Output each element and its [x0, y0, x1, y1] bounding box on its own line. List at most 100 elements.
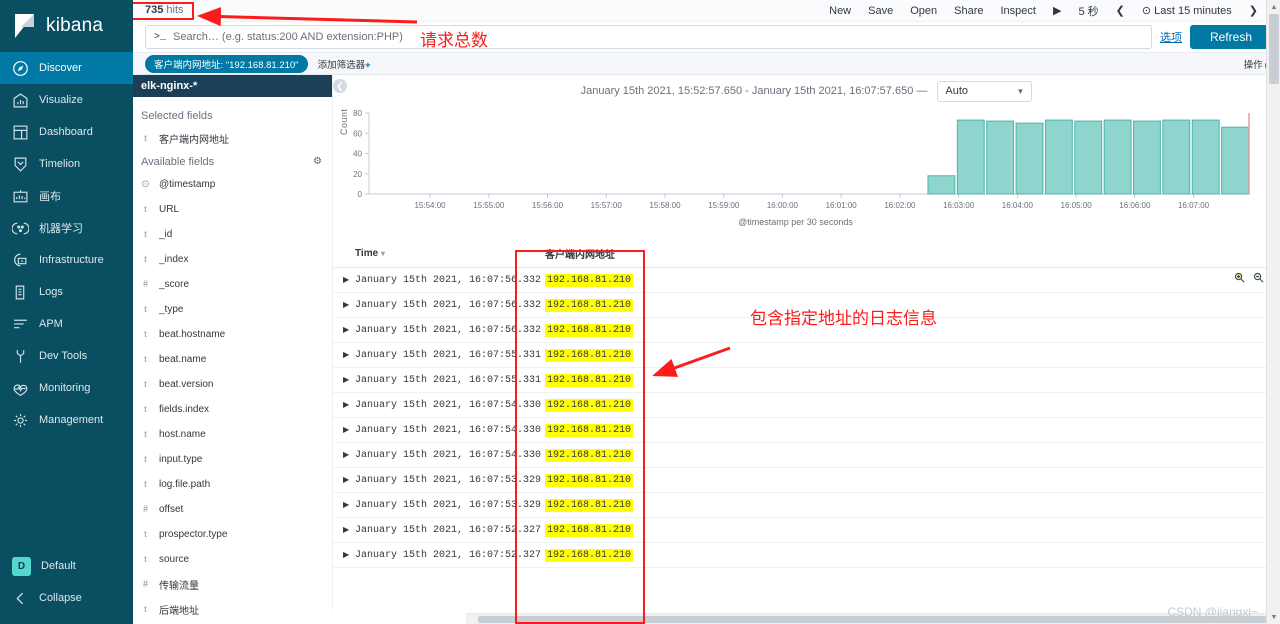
- chevron-down-icon: ▼: [1016, 87, 1024, 96]
- expand-row-icon[interactable]: ▶: [333, 343, 355, 368]
- kibana-logo-icon: [12, 13, 38, 39]
- sidebar-item-visualize[interactable]: Visualize: [0, 84, 133, 116]
- field-item-source[interactable]: t source: [133, 547, 332, 572]
- options-link[interactable]: 选项: [1160, 29, 1182, 45]
- field-list-panel: elk-nginx-* Selected fields t 客户端内网地址 Av…: [133, 75, 333, 610]
- vertical-scrollbar[interactable]: ▲ ▼: [1266, 0, 1280, 624]
- scroll-up-icon[interactable]: ▲: [1267, 0, 1280, 14]
- field-item-index[interactable]: t _index: [133, 247, 332, 272]
- field-item-host-name[interactable]: t host.name: [133, 422, 332, 447]
- chevron-right-icon[interactable]: ❯: [1249, 4, 1258, 17]
- sidebar-item-canvas[interactable]: 画布: [0, 180, 133, 212]
- field-item-score[interactable]: # _score: [133, 272, 332, 297]
- expand-row-icon[interactable]: ▶: [333, 393, 355, 418]
- save-button[interactable]: Save: [868, 5, 893, 17]
- expand-row-icon[interactable]: ▶: [333, 543, 355, 568]
- field-item-offset[interactable]: # offset: [133, 497, 332, 522]
- sidebar-item-monitoring[interactable]: Monitoring: [0, 372, 133, 404]
- sidebar-item-label: Management: [39, 414, 103, 426]
- table-row[interactable]: ▶January 15th 2021, 16:07:52.327192.168.…: [333, 518, 1280, 543]
- filter-pill-client-ip[interactable]: 客户端内网地址: "192.168.81.210": [145, 55, 308, 73]
- table-row[interactable]: ▶January 15th 2021, 16:07:53.329192.168.…: [333, 493, 1280, 518]
- field-item-beat-hostname[interactable]: t beat.hostname: [133, 322, 332, 347]
- plus-icon: +: [365, 60, 371, 71]
- field-item-type[interactable]: t _type: [133, 297, 332, 322]
- vertical-scrollbar-thumb[interactable]: [1269, 14, 1279, 84]
- table-row[interactable]: ▶January 15th 2021, 16:07:54.330192.168.…: [333, 393, 1280, 418]
- expand-row-icon[interactable]: ▶: [333, 443, 355, 468]
- time-column-header[interactable]: Time ▾: [355, 240, 545, 268]
- field-type-icon: t: [141, 204, 150, 215]
- field-item-log-file-path[interactable]: t log.file.path: [133, 472, 332, 497]
- interval-select[interactable]: Auto ▼: [937, 81, 1032, 102]
- magnify-plus-icon[interactable]: [1234, 270, 1245, 281]
- table-row[interactable]: ▶January 15th 2021, 16:07:54.330192.168.…: [333, 443, 1280, 468]
- sidebar-item-management[interactable]: Management: [0, 404, 133, 436]
- expand-row-icon[interactable]: ▶: [333, 368, 355, 393]
- field-item-traffic[interactable]: # 传输流量: [133, 572, 332, 597]
- field-item-fields-index[interactable]: t fields.index: [133, 397, 332, 422]
- refresh-button[interactable]: Refresh: [1190, 25, 1272, 49]
- sidebar-item-dev-tools[interactable]: Dev Tools: [0, 340, 133, 372]
- expand-row-icon[interactable]: ▶: [333, 493, 355, 518]
- search-input[interactable]: >_ Search… (e.g. status:200 AND extensio…: [145, 25, 1152, 49]
- timelion-icon: [12, 156, 29, 173]
- open-button[interactable]: Open: [910, 5, 937, 17]
- client-ip-column-header[interactable]: 客户端内网地址: [545, 240, 705, 268]
- new-button[interactable]: New: [829, 5, 851, 17]
- inspect-button[interactable]: Inspect: [1001, 5, 1036, 17]
- field-item-timestamp[interactable]: ⊙ @timestamp: [133, 172, 332, 197]
- sidebar-item-infrastructure[interactable]: Infrastructure: [0, 244, 133, 276]
- play-icon[interactable]: ▶: [1053, 4, 1061, 17]
- scroll-down-icon[interactable]: ▼: [1267, 610, 1280, 624]
- field-item-beat-version[interactable]: t beat.version: [133, 372, 332, 397]
- table-row[interactable]: ▶January 15th 2021, 16:07:53.329192.168.…: [333, 468, 1280, 493]
- field-item-url[interactable]: t URL: [133, 197, 332, 222]
- sidebar-item-dashboard[interactable]: Dashboard: [0, 116, 133, 148]
- sidebar-collapse-button[interactable]: Collapse: [0, 582, 133, 614]
- table-row[interactable]: ▶January 15th 2021, 16:07:56.332192.168.…: [333, 293, 1280, 318]
- kibana-logo[interactable]: kibana: [0, 0, 133, 52]
- add-filter-button[interactable]: 添加筛选器+: [318, 57, 371, 71]
- gear-icon[interactable]: ⚙: [313, 156, 322, 167]
- chevron-left-icon[interactable]: ❮: [1116, 4, 1125, 17]
- share-button[interactable]: Share: [954, 5, 983, 17]
- table-row[interactable]: ▶January 15th 2021, 16:07:56.332192.168.…: [333, 268, 1280, 293]
- time-picker-button[interactable]: ⊙ Last 15 minutes: [1142, 4, 1232, 17]
- table-row[interactable]: ▶January 15th 2021, 16:07:55.331192.168.…: [333, 343, 1280, 368]
- expand-row-icon[interactable]: ▶: [333, 318, 355, 343]
- field-item-prospector-type[interactable]: t prospector.type: [133, 522, 332, 547]
- horizontal-scrollbar[interactable]: [466, 613, 1266, 624]
- table-row[interactable]: ▶January 15th 2021, 16:07:55.331192.168.…: [333, 368, 1280, 393]
- table-row[interactable]: ▶January 15th 2021, 16:07:54.330192.168.…: [333, 418, 1280, 443]
- chevron-left-circle-icon[interactable]: ❮: [333, 79, 347, 93]
- table-row[interactable]: ▶January 15th 2021, 16:07:52.327192.168.…: [333, 543, 1280, 568]
- sidebar-item-timelion[interactable]: Timelion: [0, 148, 133, 180]
- field-item-backend-address[interactable]: t 后端地址: [133, 597, 332, 622]
- expand-row-icon[interactable]: ▶: [333, 518, 355, 543]
- sidebar-item-label: Timelion: [39, 158, 80, 170]
- refresh-interval-label[interactable]: 5 秒: [1078, 3, 1098, 19]
- index-pattern-selector[interactable]: elk-nginx-*: [133, 75, 332, 97]
- sidebar-item-machine-learning[interactable]: 机器学习: [0, 212, 133, 244]
- field-item-client-ip[interactable]: t 客户端内网地址: [133, 126, 332, 151]
- cell-spacer: [705, 343, 1280, 368]
- horizontal-scrollbar-thumb[interactable]: [478, 616, 1280, 623]
- field-item-input-type[interactable]: t input.type: [133, 447, 332, 472]
- sidebar-item-logs[interactable]: Logs: [0, 276, 133, 308]
- field-item-beat-name[interactable]: t beat.name: [133, 347, 332, 372]
- histogram-chart[interactable]: Count 02040608015:54:0015:55:0015:56:001…: [333, 105, 1258, 230]
- sort-down-icon[interactable]: ▾: [381, 249, 385, 258]
- field-item-id[interactable]: t _id: [133, 222, 332, 247]
- expand-row-icon[interactable]: ▶: [333, 293, 355, 318]
- table-row[interactable]: ▶January 15th 2021, 16:07:56.332192.168.…: [333, 318, 1280, 343]
- magnify-minus-icon[interactable]: [1253, 270, 1264, 281]
- expand-row-icon[interactable]: ▶: [333, 468, 355, 493]
- sidebar-item-apm[interactable]: APM: [0, 308, 133, 340]
- field-name: prospector.type: [159, 529, 227, 540]
- sidebar-item-discover[interactable]: Discover: [0, 52, 133, 84]
- sidebar-item-space-default[interactable]: D Default: [0, 550, 133, 582]
- highlighted-ip: 192.168.81.210: [545, 324, 633, 337]
- expand-row-icon[interactable]: ▶: [333, 268, 355, 293]
- expand-row-icon[interactable]: ▶: [333, 418, 355, 443]
